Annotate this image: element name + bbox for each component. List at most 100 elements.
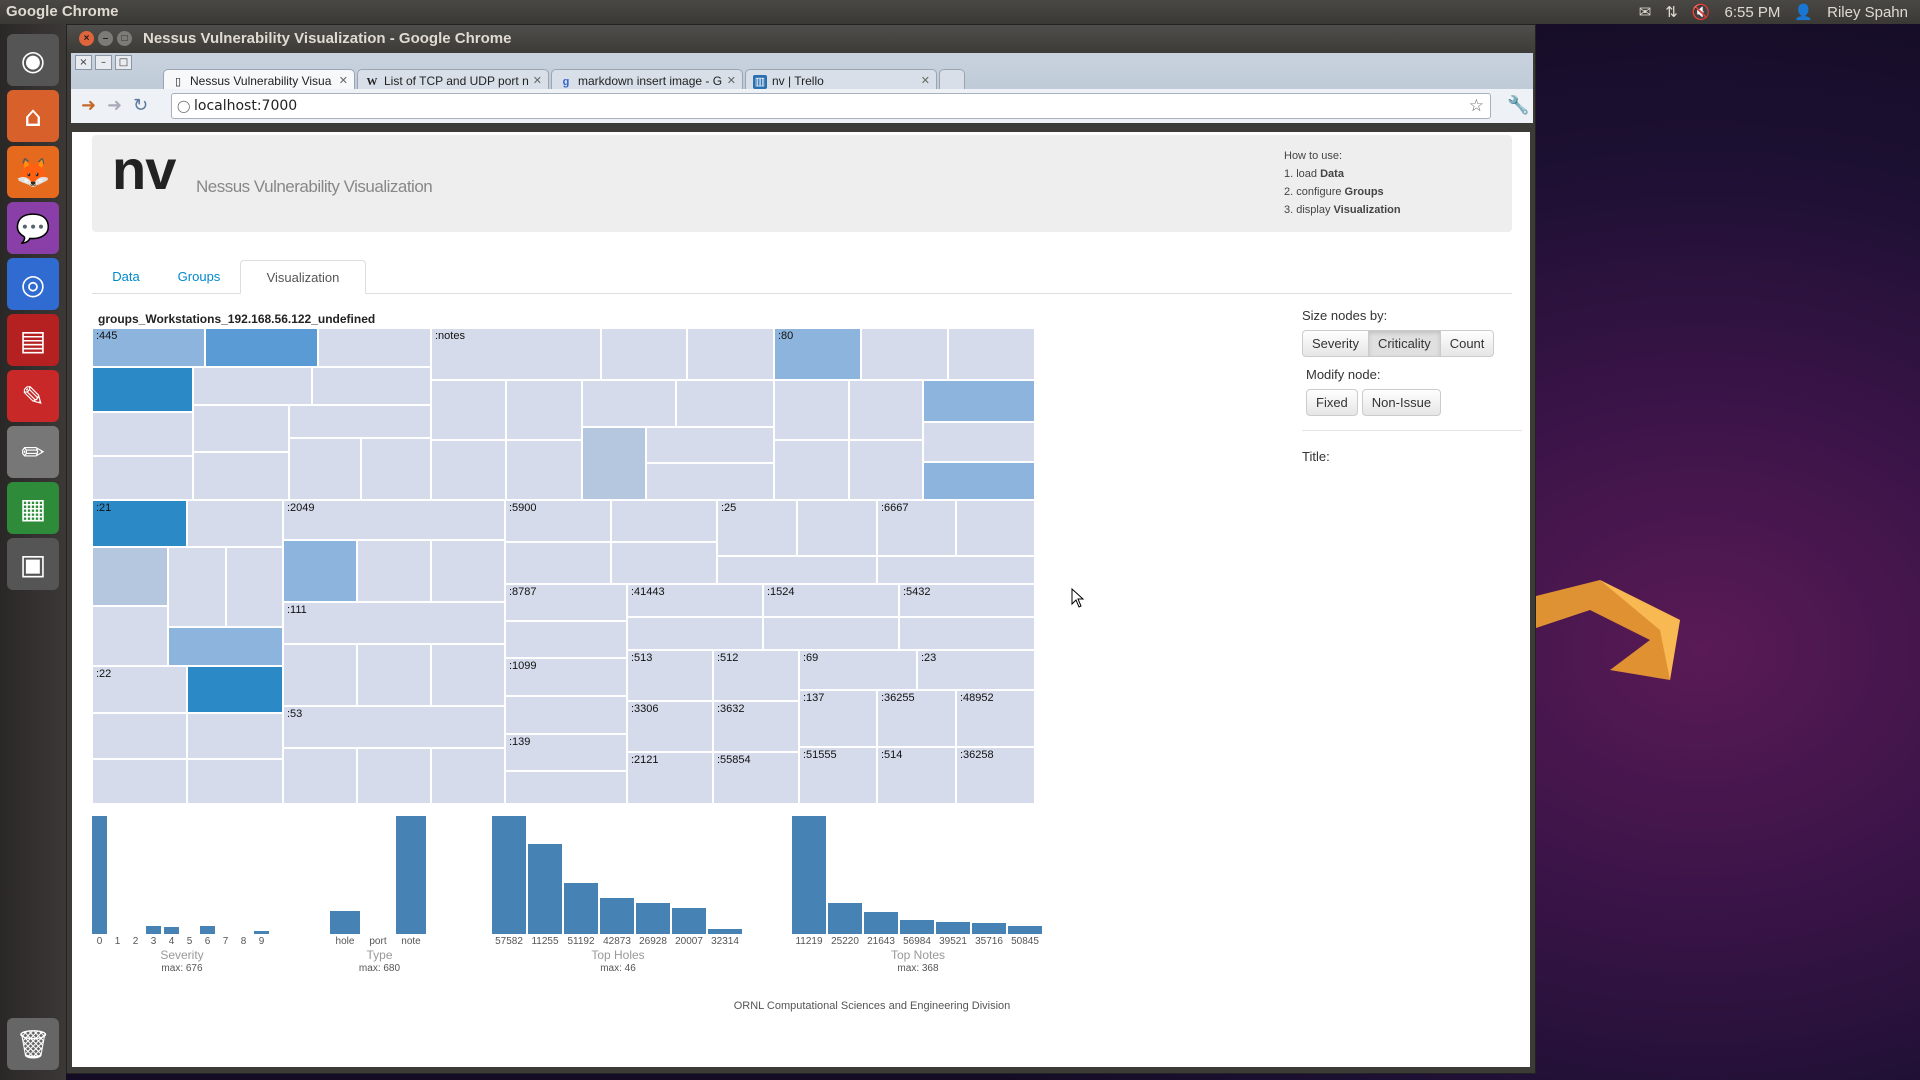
treemap-cell[interactable] xyxy=(283,748,357,804)
treemap-cell[interactable]: :2121 xyxy=(627,752,713,804)
treemap-cell[interactable] xyxy=(187,666,283,713)
histogram-bar[interactable] xyxy=(708,929,742,934)
treemap-cell[interactable]: :51555 xyxy=(799,747,877,804)
histogram-bar[interactable] xyxy=(900,920,934,934)
treemap-cell[interactable] xyxy=(431,644,505,706)
treemap-cell[interactable] xyxy=(205,328,318,367)
treemap-cell[interactable]: :36258 xyxy=(956,747,1035,804)
treemap-cell[interactable] xyxy=(717,556,877,584)
document-viewer-icon[interactable]: ✎ xyxy=(7,370,59,422)
treemap-cell[interactable] xyxy=(923,462,1035,500)
minimize-icon[interactable]: – xyxy=(98,31,113,46)
treemap-cell[interactable]: :1524 xyxy=(763,584,899,617)
treemap-cell[interactable] xyxy=(431,540,505,602)
treemap-cell[interactable] xyxy=(187,759,283,804)
histogram-bar[interactable] xyxy=(636,903,670,934)
tab-close-window-icon[interactable]: × xyxy=(75,55,92,70)
treemap-cell[interactable] xyxy=(505,542,611,584)
treemap-cell[interactable] xyxy=(92,456,193,500)
treemap-cell[interactable] xyxy=(611,500,717,542)
treemap-cell[interactable] xyxy=(923,422,1035,462)
histogram-bar[interactable] xyxy=(146,926,161,934)
treemap-cell[interactable] xyxy=(92,547,168,606)
treemap-cell[interactable] xyxy=(505,696,627,734)
firefox-icon[interactable]: 🦊 xyxy=(7,146,59,198)
histogram-bar[interactable] xyxy=(492,816,526,934)
tab-close-icon[interactable]: ✕ xyxy=(533,74,542,87)
treemap-cell[interactable]: :55854 xyxy=(713,752,799,804)
window-title-bar[interactable]: × – □ Nessus Vulnerability Visualization… xyxy=(67,25,1535,53)
bookmark-star-icon[interactable]: ☆ xyxy=(1469,96,1484,116)
severity-button[interactable]: Severity xyxy=(1302,330,1369,357)
histogram-bar[interactable] xyxy=(330,911,360,934)
user-name[interactable]: Riley Spahn xyxy=(1827,4,1908,21)
treemap-cell[interactable] xyxy=(849,380,923,440)
non-issue-button[interactable]: Non-Issue xyxy=(1361,389,1442,416)
treemap-cell[interactable]: :445 xyxy=(92,328,205,367)
treemap-cell[interactable]: :21 xyxy=(92,500,187,547)
treemap-cell[interactable]: :512 xyxy=(713,650,799,701)
tab-close-icon[interactable]: ✕ xyxy=(727,74,736,87)
tab-restore-icon[interactable]: □ xyxy=(115,55,132,70)
histogram-bar[interactable] xyxy=(972,923,1006,934)
histogram-bar[interactable] xyxy=(528,844,562,934)
treemap-cell[interactable]: :5432 xyxy=(899,584,1035,617)
count-button[interactable]: Count xyxy=(1439,330,1495,357)
tab-data[interactable]: Data xyxy=(94,260,158,294)
treemap-cell[interactable] xyxy=(289,405,431,438)
clock[interactable]: 6:55 PM xyxy=(1725,4,1781,21)
histogram-bar[interactable] xyxy=(92,816,107,934)
treemap-cell[interactable] xyxy=(506,380,582,440)
treemap-cell[interactable] xyxy=(92,412,193,456)
treemap-cell[interactable] xyxy=(289,438,361,500)
treemap-cell[interactable]: :22 xyxy=(92,666,187,713)
treemap-cell[interactable] xyxy=(582,380,676,427)
spreadsheet-icon[interactable]: ▦ xyxy=(7,482,59,534)
treemap-cell[interactable] xyxy=(505,771,627,804)
treemap-cell[interactable]: :23 xyxy=(917,650,1035,690)
fixed-button[interactable]: Fixed xyxy=(1306,389,1358,416)
treemap-cell[interactable]: :53 xyxy=(283,706,505,748)
histogram-bar[interactable] xyxy=(672,908,706,934)
dash-home-icon[interactable]: ◉ xyxy=(7,34,59,86)
address-bar[interactable]: ◯ localhost:7000 ☆ xyxy=(171,93,1491,119)
treemap-cell[interactable] xyxy=(956,500,1035,556)
treemap-cell[interactable]: :notes xyxy=(431,328,601,380)
treemap-cell[interactable] xyxy=(601,328,687,380)
tab-visualization[interactable]: Visualization xyxy=(240,260,366,294)
chrome-icon[interactable]: ◎ xyxy=(7,258,59,310)
treemap-cell[interactable] xyxy=(357,540,431,602)
workspace-switcher-icon[interactable]: ▣ xyxy=(7,538,59,590)
treemap-cell[interactable] xyxy=(361,438,431,500)
treemap-cell[interactable] xyxy=(168,627,283,666)
mail-icon[interactable]: ✉ xyxy=(1639,3,1652,21)
pidgin-icon[interactable]: 💬 xyxy=(7,202,59,254)
histogram-bar[interactable] xyxy=(164,927,179,934)
treemap-cell[interactable] xyxy=(92,759,187,804)
treemap-cell[interactable]: :137 xyxy=(799,690,877,747)
treemap-cell[interactable] xyxy=(92,606,168,666)
treemap-cell[interactable]: :25 xyxy=(717,500,797,556)
treemap-cell[interactable] xyxy=(687,328,774,380)
treemap-cell[interactable]: :3632 xyxy=(713,701,799,752)
histogram-bar[interactable] xyxy=(564,883,598,934)
treemap-cell[interactable] xyxy=(505,621,627,658)
treemap-cell[interactable] xyxy=(774,380,849,440)
reload-icon[interactable]: ↻ xyxy=(133,95,148,116)
tab-close-icon[interactable]: ✕ xyxy=(339,74,348,87)
treemap-cell[interactable] xyxy=(849,440,923,500)
trash-icon[interactable]: 🗑 xyxy=(7,1018,59,1070)
treemap-cell[interactable] xyxy=(797,500,877,556)
treemap-cell[interactable] xyxy=(226,547,283,627)
treemap-cell[interactable] xyxy=(506,440,582,500)
treemap-cell[interactable]: :36255 xyxy=(877,690,956,747)
treemap-cell[interactable]: :514 xyxy=(877,747,956,804)
treemap-cell[interactable] xyxy=(193,452,289,500)
text-editor-icon[interactable]: ✏ xyxy=(7,426,59,478)
treemap-cell[interactable]: :513 xyxy=(627,650,713,701)
treemap-cell[interactable] xyxy=(646,463,774,500)
histogram-bar[interactable] xyxy=(936,922,970,934)
treemap-cell[interactable]: :5900 xyxy=(505,500,611,542)
treemap-cell[interactable] xyxy=(431,380,506,440)
treemap-cell[interactable]: :48952 xyxy=(956,690,1035,747)
